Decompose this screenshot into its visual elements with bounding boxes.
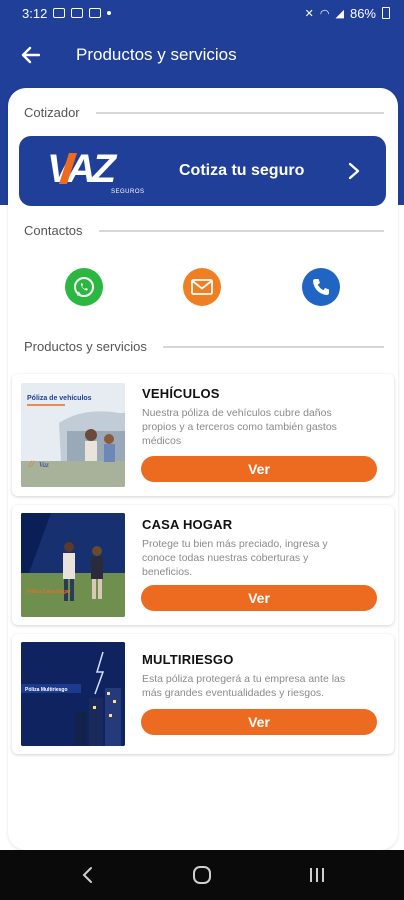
battery-percent: 86% xyxy=(349,5,376,21)
phone-button[interactable] xyxy=(302,268,340,306)
app-bar: Productos y servicios xyxy=(0,30,404,80)
nav-recents-icon xyxy=(309,868,324,882)
nav-recents-button[interactable] xyxy=(287,855,347,895)
cotizador-section-header: Cotizador xyxy=(24,105,384,120)
product-image-vehiculos: Póliza de vehículos // Vaz xyxy=(21,383,125,487)
gallery-notification-icon xyxy=(53,8,66,18)
products-section-header: Productos y servicios xyxy=(24,339,384,354)
nav-back-icon xyxy=(82,867,93,883)
mail-notification-icon xyxy=(71,8,84,18)
whatsapp-button[interactable] xyxy=(65,268,103,306)
product-card-vehiculos: Póliza de vehículos // Vaz VEHÍCULOS Nue… xyxy=(12,374,394,496)
products-label: Productos y servicios xyxy=(24,339,147,354)
back-button[interactable] xyxy=(0,30,60,80)
email-button[interactable] xyxy=(183,268,221,306)
status-time: 3:12 xyxy=(22,5,48,21)
whatsapp-icon xyxy=(74,277,94,297)
divider xyxy=(95,112,384,114)
divider xyxy=(98,230,384,232)
quote-button-label: Cotiza tu seguro xyxy=(179,162,305,179)
product-card-multiriesgo: Póliza Multiriesgo MULTIRIESGO Esta póli… xyxy=(12,634,394,754)
product-image-multiriesgo: Póliza Multiriesgo xyxy=(21,642,125,746)
wifi-icon: ◠ xyxy=(319,7,330,20)
vaz-logo: VAZ SEGUROS xyxy=(27,136,157,206)
svg-text:Vaz: Vaz xyxy=(39,461,49,469)
nav-home-button[interactable] xyxy=(172,855,232,895)
signal-icon: ◢ xyxy=(335,7,344,20)
more-notifications-icon xyxy=(107,11,112,15)
page-title: Productos y servicios xyxy=(76,45,237,64)
product-description: Nuestra póliza de vehículos cubre daños … xyxy=(142,407,337,447)
product-image-casa-hogar: Póliza Casa Hogar xyxy=(21,513,125,617)
ver-vehiculos-button[interactable]: Ver xyxy=(141,456,377,482)
contacts-label: Contactos xyxy=(24,223,83,238)
casa-hogar-image-caption: Póliza Casa Hogar xyxy=(27,589,71,595)
system-nav-bar xyxy=(0,850,404,900)
chevron-right-icon xyxy=(348,162,360,180)
product-description: Esta póliza protegerá a tu empresa ante … xyxy=(142,673,346,699)
arrow-left-icon xyxy=(21,46,40,64)
phone-icon xyxy=(313,279,329,295)
product-title: CASA HOGAR xyxy=(142,517,233,532)
status-bar: 3:12 ✕ ◠ ◢ 86% xyxy=(0,0,404,26)
linkedin-notification-icon xyxy=(89,8,102,18)
content-card: Cotizador VAZ SEGUROS Cotiza tu seguro C… xyxy=(8,88,398,850)
cotizador-label: Cotizador xyxy=(24,105,80,120)
nav-back-button[interactable] xyxy=(57,855,117,895)
vehiculos-image-caption: Póliza de vehículos xyxy=(27,395,92,402)
battery-icon xyxy=(382,7,390,19)
svg-text:SEGUROS: SEGUROS xyxy=(111,189,145,195)
ver-casa-hogar-button[interactable]: Ver xyxy=(141,585,377,611)
product-description: Protege tu bien más preciado, ingresa y … xyxy=(142,538,328,578)
nav-home-icon xyxy=(192,866,211,884)
contacts-section-header: Contactos xyxy=(24,223,384,238)
ver-multiriesgo-button[interactable]: Ver xyxy=(141,709,377,735)
multiriesgo-image-caption: Póliza Multiriesgo xyxy=(25,687,68,693)
contacts-row xyxy=(8,268,398,310)
svg-text:VAZ: VAZ xyxy=(47,147,118,191)
mute-icon: ✕ xyxy=(304,7,314,20)
divider xyxy=(162,346,384,348)
quote-insurance-button[interactable]: VAZ SEGUROS Cotiza tu seguro xyxy=(19,136,386,206)
product-title: MULTIRIESGO xyxy=(142,652,234,667)
email-icon xyxy=(191,279,213,295)
product-title: VEHÍCULOS xyxy=(142,386,220,401)
product-card-casa-hogar: Póliza Casa Hogar CASA HOGAR Protege tu … xyxy=(12,505,394,625)
